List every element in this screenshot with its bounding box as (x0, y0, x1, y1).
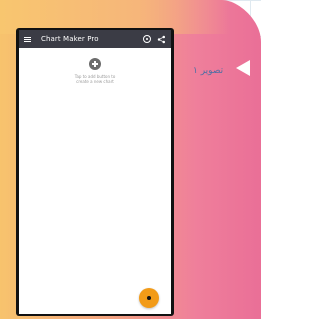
app-title: Chart Maker Pro (41, 35, 99, 43)
add-icon (147, 296, 151, 300)
share-icon[interactable] (157, 35, 166, 44)
phone-screen: Chart Maker Pro Tap to add button to cre… (19, 30, 171, 314)
figure-caption: تصویر ۱ (193, 66, 224, 76)
menu-icon[interactable] (24, 36, 31, 42)
floating-action-button[interactable] (139, 288, 159, 308)
app-bar: Chart Maker Pro (19, 30, 171, 48)
phone-frame: Chart Maker Pro Tap to add button to cre… (16, 28, 174, 316)
add-circle-icon[interactable] (89, 58, 101, 70)
settings-icon[interactable] (143, 35, 151, 43)
empty-state: Tap to add button to create a new chart (19, 58, 171, 84)
pointer-arrow-icon (236, 60, 250, 76)
empty-state-line-2: create a new chart (76, 79, 114, 84)
